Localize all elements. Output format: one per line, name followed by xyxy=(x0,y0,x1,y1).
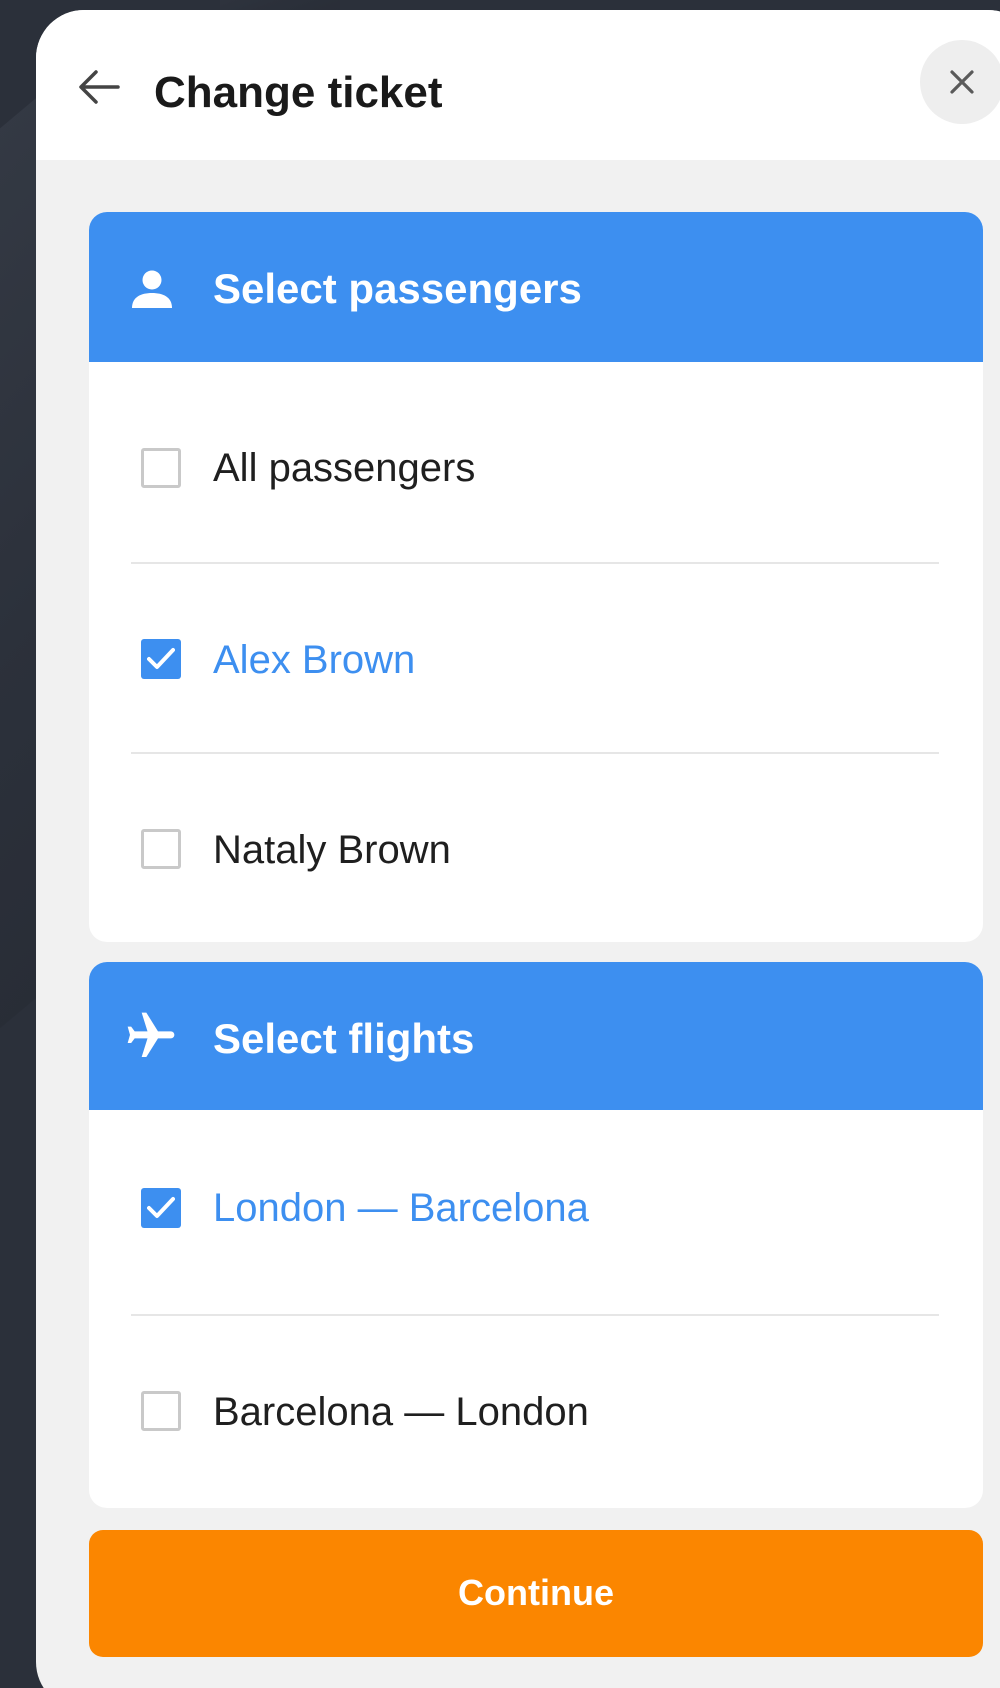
checkmark-icon xyxy=(147,1197,175,1218)
page-title: Change ticket xyxy=(154,68,443,117)
passenger-label: Nataly Brown xyxy=(213,828,451,872)
checkbox[interactable] xyxy=(141,829,181,869)
continue-button-label: Continue xyxy=(458,1572,614,1613)
flights-section: Select flights London — Barcelona Barcel… xyxy=(89,962,983,1508)
passenger-option-nataly-brown[interactable]: Nataly Brown xyxy=(89,754,983,942)
passenger-option-alex-brown[interactable]: Alex Brown xyxy=(89,564,983,754)
passengers-section: Select passengers All passengers Alex Br… xyxy=(89,212,983,942)
flights-section-title: Select flights xyxy=(213,1015,475,1062)
passenger-label: All passengers xyxy=(213,446,476,490)
flight-label: Barcelona — London xyxy=(213,1390,589,1434)
passenger-option-all[interactable]: All passengers xyxy=(89,362,983,552)
airplane-icon xyxy=(127,1012,175,1057)
flight-label: London — Barcelona xyxy=(213,1186,589,1230)
checkbox[interactable] xyxy=(141,448,181,488)
flight-option-barcelona-london[interactable]: Barcelona — London xyxy=(89,1316,983,1506)
checkbox-checked[interactable] xyxy=(141,1188,181,1228)
flights-section-header: Select flights xyxy=(89,962,983,1110)
back-button[interactable] xyxy=(74,62,124,112)
passenger-label: Alex Brown xyxy=(213,638,416,682)
arrow-left-icon xyxy=(79,70,120,104)
checkbox[interactable] xyxy=(141,1391,181,1431)
continue-button[interactable]: Continue xyxy=(89,1530,983,1657)
flight-option-london-barcelona[interactable]: London — Barcelona xyxy=(89,1110,983,1300)
checkbox-checked[interactable] xyxy=(141,639,181,679)
close-button[interactable] xyxy=(920,40,1000,124)
passengers-section-header: Select passengers xyxy=(89,212,983,362)
change-ticket-modal: Change ticket Select passengers All pass… xyxy=(36,10,1000,1688)
checkmark-icon xyxy=(147,648,175,669)
modal-header: Change ticket xyxy=(36,10,1000,160)
passengers-section-title: Select passengers xyxy=(213,265,582,312)
person-icon xyxy=(132,270,172,308)
close-icon xyxy=(950,70,974,94)
